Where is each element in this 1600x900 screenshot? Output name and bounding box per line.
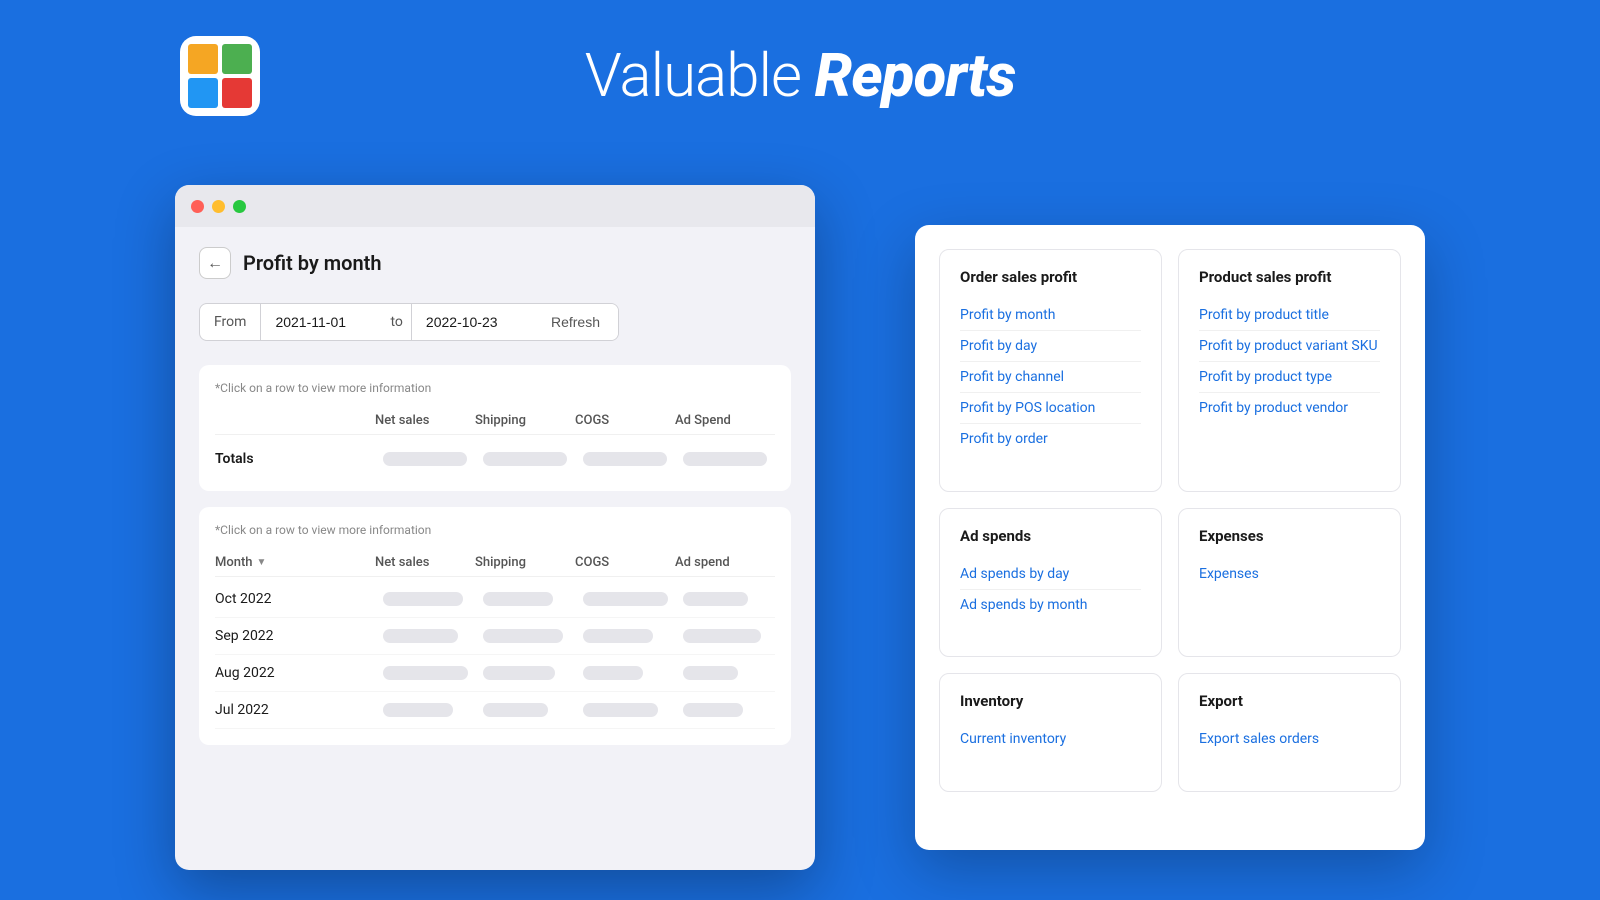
logo-cell-blue xyxy=(188,78,218,108)
nav-card-order-sales-profit: Order sales profit Profit by month Profi… xyxy=(939,249,1162,492)
refresh-button[interactable]: Refresh xyxy=(533,304,618,340)
row-adspend-skeleton xyxy=(683,703,743,717)
sort-arrow: ▼ xyxy=(257,557,267,568)
nav-link-profit-by-order[interactable]: Profit by order xyxy=(960,424,1141,454)
app-window: ← Profit by month From to Refresh *Click… xyxy=(175,185,815,870)
th-adspend: Ad Spend xyxy=(675,413,775,428)
app-title: Valuable Reports xyxy=(585,40,1016,111)
totals-cogs-skeleton xyxy=(583,452,667,466)
totals-table: *Click on a row to view more information… xyxy=(199,365,791,491)
logo xyxy=(180,36,260,116)
nav-card-title: Expenses xyxy=(1199,527,1380,545)
minimize-dot xyxy=(212,200,225,213)
table2-header: Month ▼ Net sales Shipping COGS Ad spend xyxy=(215,549,775,577)
title-bar xyxy=(175,185,815,227)
nav-link-profit-by-day[interactable]: Profit by day xyxy=(960,331,1141,362)
th-cogs: COGS xyxy=(575,413,675,428)
date-filter: From to Refresh xyxy=(199,303,619,341)
row-adspend-skeleton xyxy=(683,629,761,643)
nav-card-title: Export xyxy=(1199,692,1380,710)
nav-card-product-sales-profit: Product sales profit Profit by product t… xyxy=(1178,249,1401,492)
row-cogs-skeleton xyxy=(583,592,668,606)
logo-cell-red xyxy=(222,78,252,108)
nav-link-ad-spends-by-day[interactable]: Ad spends by day xyxy=(960,559,1141,590)
to-label: to xyxy=(382,304,411,340)
nav-card-ad-spends: Ad spends Ad spends by day Ad spends by … xyxy=(939,508,1162,658)
row-label: Oct 2022 xyxy=(215,591,375,607)
row-adspend-skeleton xyxy=(683,592,748,606)
totals-netsales-skeleton xyxy=(383,452,467,466)
nav-link-profit-by-pos[interactable]: Profit by POS location xyxy=(960,393,1141,424)
close-dot xyxy=(191,200,204,213)
table1-header: Net sales Shipping COGS Ad Spend xyxy=(215,407,775,435)
th-netsales: Net sales xyxy=(375,413,475,428)
page-header-row: ← Profit by month xyxy=(199,247,791,279)
th-shipping: Shipping xyxy=(475,413,575,428)
row-shipping-skeleton xyxy=(483,666,555,680)
nav-card-export: Export Export sales orders xyxy=(1178,673,1401,792)
nav-card-expenses: Expenses Expenses xyxy=(1178,508,1401,658)
th-empty xyxy=(215,413,375,428)
nav-link-profit-by-product-type[interactable]: Profit by product type xyxy=(1199,362,1380,393)
from-date-input[interactable] xyxy=(261,304,382,340)
back-button[interactable]: ← xyxy=(199,247,231,279)
th2-cogs: COGS xyxy=(575,555,675,570)
row-netsales-skeleton xyxy=(383,666,468,680)
nav-link-expenses[interactable]: Expenses xyxy=(1199,559,1380,589)
table2-hint: *Click on a row to view more information xyxy=(215,523,775,537)
monthly-table: *Click on a row to view more information… xyxy=(199,507,791,745)
table-row[interactable]: Aug 2022 xyxy=(215,655,775,692)
th2-shipping: Shipping xyxy=(475,555,575,570)
table-row[interactable]: Jul 2022 xyxy=(215,692,775,729)
from-label: From xyxy=(200,304,261,340)
nav-panel: Order sales profit Profit by month Profi… xyxy=(915,225,1425,850)
table1-hint: *Click on a row to view more information xyxy=(215,381,775,395)
totals-row[interactable]: Totals xyxy=(215,443,775,475)
row-cogs-skeleton xyxy=(583,666,643,680)
nav-link-current-inventory[interactable]: Current inventory xyxy=(960,724,1141,754)
nav-card-title: Product sales profit xyxy=(1199,268,1380,286)
table-row[interactable]: Oct 2022 xyxy=(215,581,775,618)
row-label: Aug 2022 xyxy=(215,665,375,681)
row-netsales-skeleton xyxy=(383,629,458,643)
nav-link-profit-by-product-title[interactable]: Profit by product title xyxy=(1199,300,1380,331)
page-title: Profit by month xyxy=(243,251,382,275)
window-area: ← Profit by month From to Refresh *Click… xyxy=(175,185,1425,870)
nav-card-title: Order sales profit xyxy=(960,268,1141,286)
th-month[interactable]: Month ▼ xyxy=(215,555,375,570)
row-label: Jul 2022 xyxy=(215,702,375,718)
totals-adspend-skeleton xyxy=(683,452,767,466)
totals-shipping-skeleton xyxy=(483,452,567,466)
row-adspend-skeleton xyxy=(683,666,738,680)
nav-card-inventory: Inventory Current inventory xyxy=(939,673,1162,792)
row-cogs-skeleton xyxy=(583,703,658,717)
th2-adspend: Ad spend xyxy=(675,555,775,570)
nav-card-title: Ad spends xyxy=(960,527,1141,545)
row-shipping-skeleton xyxy=(483,703,548,717)
row-shipping-skeleton xyxy=(483,629,563,643)
row-label: Sep 2022 xyxy=(215,628,375,644)
th2-netsales: Net sales xyxy=(375,555,475,570)
row-shipping-skeleton xyxy=(483,592,553,606)
app-content: ← Profit by month From to Refresh *Click… xyxy=(175,227,815,781)
row-netsales-skeleton xyxy=(383,703,453,717)
nav-link-profit-by-channel[interactable]: Profit by channel xyxy=(960,362,1141,393)
table-row[interactable]: Sep 2022 xyxy=(215,618,775,655)
row-netsales-skeleton xyxy=(383,592,463,606)
page-header: Valuable Reports xyxy=(0,0,1600,141)
row-cogs-skeleton xyxy=(583,629,653,643)
nav-link-profit-by-vendor[interactable]: Profit by product vendor xyxy=(1199,393,1380,423)
nav-link-export-sales-orders[interactable]: Export sales orders xyxy=(1199,724,1380,754)
logo-cell-orange xyxy=(188,44,218,74)
totals-label: Totals xyxy=(215,451,375,467)
maximize-dot xyxy=(233,200,246,213)
logo-cell-green xyxy=(222,44,252,74)
nav-link-profit-by-sku[interactable]: Profit by product variant SKU xyxy=(1199,331,1380,362)
nav-link-profit-by-month[interactable]: Profit by month xyxy=(960,300,1141,331)
nav-card-title: Inventory xyxy=(960,692,1141,710)
nav-link-ad-spends-by-month[interactable]: Ad spends by month xyxy=(960,590,1141,620)
to-date-input[interactable] xyxy=(412,304,533,340)
